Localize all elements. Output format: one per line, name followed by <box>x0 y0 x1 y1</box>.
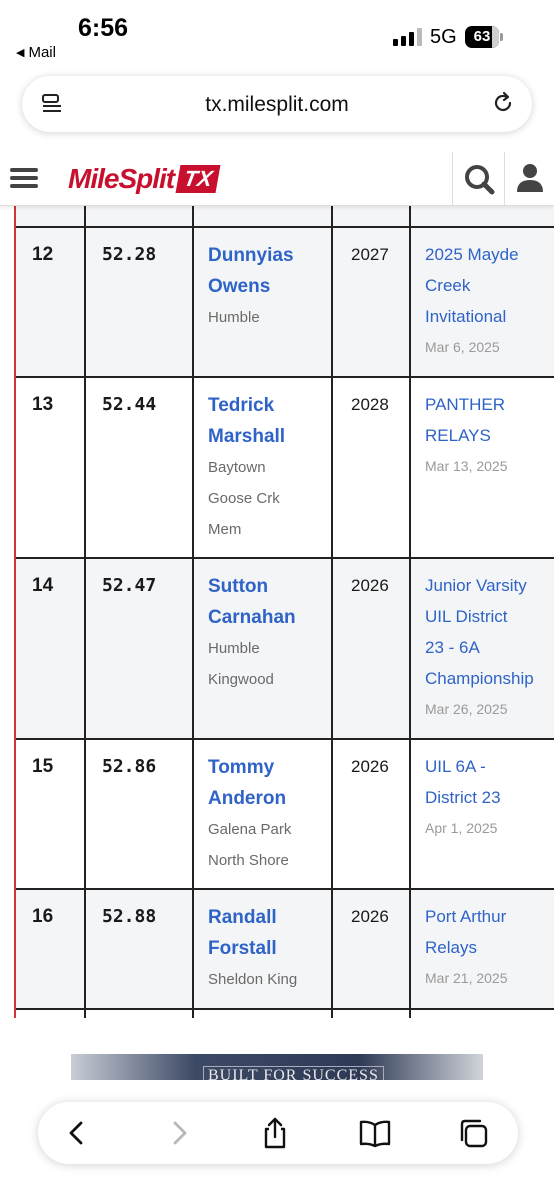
grad-year: 2026 <box>351 757 389 776</box>
mark-cell: 52.44 <box>102 394 157 415</box>
grad-year: 2026 <box>351 907 389 926</box>
meet-link[interactable]: UIL 6A - District 23 <box>425 751 554 813</box>
table-row: 16 52.88 Randall Forstall Sheldon King 20… <box>16 890 554 1010</box>
meet-link[interactable]: Junior Varsity UIL District 23 - 6A Champio… <box>425 570 554 694</box>
ad-text: BUILT FOR SUCCESS <box>203 1066 384 1080</box>
back-app-label: Mail <box>28 44 56 61</box>
mark-cell: 52.28 <box>102 244 157 265</box>
search-button[interactable] <box>452 152 504 206</box>
meet-date: Mar 13, 2025 <box>425 458 508 474</box>
network-type: 5G <box>430 26 457 48</box>
mark-cell: 52.47 <box>102 575 157 596</box>
school-name: Sheldon King <box>208 971 298 988</box>
reload-icon[interactable] <box>490 90 516 116</box>
battery-icon: 63 <box>465 26 503 48</box>
school-name: Humble <box>208 309 260 326</box>
meet-date: Mar 26, 2025 <box>425 701 508 717</box>
school-name: Humble Kingwood <box>208 640 274 688</box>
rank-cell: 15 <box>32 756 54 777</box>
meet-date: Apr 1, 2025 <box>425 820 498 836</box>
battery-level: 63 <box>473 28 491 45</box>
rank-cell: 13 <box>32 394 54 415</box>
table-row: 15 52.86 Tommy Anderon Galena Park North S… <box>16 740 554 890</box>
browser-toolbar <box>38 1102 518 1164</box>
athlete-link[interactable]: Sutton Carnahan <box>208 571 296 633</box>
rank-cell: 14 <box>32 575 54 596</box>
status-time: 6:56 <box>78 14 129 42</box>
mark-cell: 52.88 <box>102 906 157 927</box>
share-icon[interactable] <box>258 1116 292 1150</box>
table-row: 12 52.28 Dunnyias Owens Humble 2027 2025 … <box>16 228 554 378</box>
user-icon <box>517 164 543 192</box>
tabs-icon[interactable] <box>456 1116 490 1150</box>
mark-cell: 52.86 <box>102 756 157 777</box>
logo-text: MileSplit <box>68 163 175 194</box>
school-name: Baytown Goose Crk Mem <box>208 459 280 538</box>
forward-icon[interactable] <box>162 1116 196 1150</box>
cellular-signal-icon <box>393 26 422 46</box>
menu-icon[interactable] <box>10 164 40 194</box>
meet-date: Mar 21, 2025 <box>425 970 508 986</box>
table-row: 13 52.44 Tedrick Marshall Baytown Goose Cr… <box>16 378 554 559</box>
meet-link[interactable]: PANTHER RELAYS <box>425 389 554 451</box>
grad-year: 2026 <box>351 576 389 595</box>
meet-date: Mar 6, 2025 <box>425 339 500 355</box>
search-icon <box>465 165 495 195</box>
url-text[interactable]: tx.milesplit.com <box>22 93 532 117</box>
rank-cell: 16 <box>32 906 54 927</box>
back-icon[interactable] <box>60 1116 94 1150</box>
athlete-link[interactable]: Tommy Anderon <box>208 752 291 814</box>
site-header: MileSplit TX <box>0 152 554 206</box>
table-row-partial <box>16 1010 554 1018</box>
athlete-link[interactable]: Randall Forstall <box>208 902 297 964</box>
table-row: 14 52.47 Sutton Carnahan Humble Kingwood 2… <box>16 559 554 740</box>
address-bar[interactable]: tx.milesplit.com <box>22 76 532 132</box>
ad-banner[interactable]: BUILT FOR SUCCESS <box>71 1054 483 1080</box>
athlete-link[interactable]: Tedrick Marshall <box>208 390 285 452</box>
rankings-table: 12 52.28 Dunnyias Owens Humble 2027 2025 … <box>14 206 554 1018</box>
bookmarks-icon[interactable] <box>358 1116 392 1150</box>
grad-year: 2027 <box>351 245 389 264</box>
back-to-app-link[interactable]: ◀ Mail <box>16 44 56 61</box>
table-row-partial <box>16 206 554 228</box>
back-triangle-icon: ◀ <box>16 47 25 59</box>
meet-link[interactable]: 2025 Mayde Creek Invitational <box>425 239 554 332</box>
rank-cell: 12 <box>32 244 54 265</box>
athlete-link[interactable]: Dunnyias Owens <box>208 240 294 302</box>
meet-link[interactable]: Port Arthur Relays <box>425 901 554 963</box>
account-button[interactable] <box>504 152 554 206</box>
grad-year: 2028 <box>351 395 389 414</box>
milesplit-logo[interactable]: MileSplit TX <box>68 162 221 196</box>
logo-region: TX <box>175 165 221 193</box>
status-bar: 6:56 ◀ Mail 5G 63 <box>0 0 554 72</box>
school-name: Galena Park North Shore <box>208 821 292 869</box>
